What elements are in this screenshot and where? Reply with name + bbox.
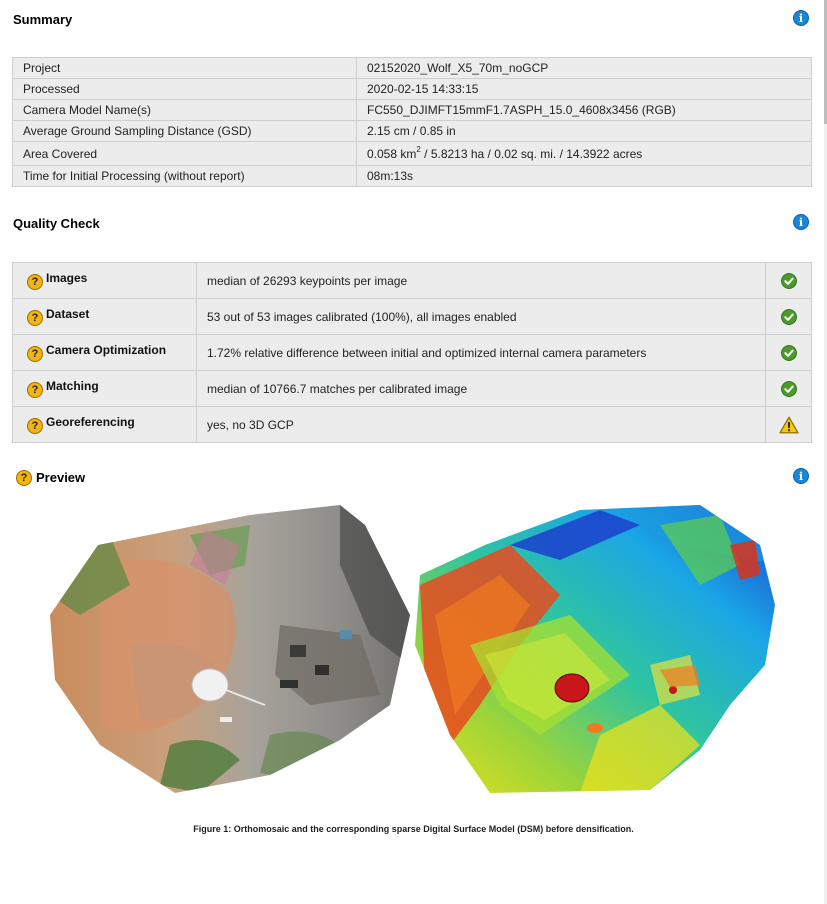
quality-key: ? Images [12,262,197,299]
summary-key: Project [12,57,357,79]
question-icon[interactable]: ? [27,346,43,362]
quality-key: ? Georeferencing [12,406,197,443]
preview-figure [50,505,775,793]
summary-value: 02152020_Wolf_X5_70m_noGCP [356,57,812,79]
table-row: ? Georeferencing yes, no 3D GCP [12,406,812,443]
quality-status [765,262,812,299]
check-circle-icon [780,272,797,289]
quality-status [765,370,812,407]
area-exponent: 2 [416,144,421,154]
dsm-image [415,505,775,793]
table-row: Camera Model Name(s) FC550_DJIMFT15mmF1.… [12,99,812,121]
check-circle-icon [780,380,797,397]
table-row: Time for Initial Processing (without rep… [12,165,812,187]
question-icon[interactable]: ? [27,274,43,290]
question-icon[interactable]: ? [16,470,32,486]
orthomosaic-image [50,505,410,793]
quality-status [765,406,812,443]
area-rest-value: / 5.8213 ha / 0.02 sq. mi. / 14.3922 acr… [420,146,643,161]
summary-title: Summary [13,12,73,27]
quality-status [765,298,812,335]
quality-key-label: Images [46,271,88,285]
summary-key: Processed [12,78,357,100]
summary-value: FC550_DJIMFT15mmF1.7ASPH_15.0_4608x3456 … [356,99,812,121]
figure-caption: Figure 1: Orthomosaic and the correspond… [193,824,634,834]
quality-title: Quality Check [13,216,100,231]
quality-key-label: Camera Optimization [46,343,167,357]
info-icon[interactable]: i [793,468,809,484]
summary-value: 0.058 km2 / 5.8213 ha / 0.02 sq. mi. / 1… [356,141,812,166]
quality-value: median of 26293 keypoints per image [196,262,766,299]
check-circle-icon [780,344,797,361]
question-icon[interactable]: ? [27,418,43,434]
table-row: ? Camera Optimization 1.72% relative diff… [12,334,812,371]
summary-key: Camera Model Name(s) [12,99,357,121]
area-km-value: 0.058 km [367,146,417,161]
quality-value: 1.72% relative difference between initia… [196,334,766,371]
summary-table: Project 02152020_Wolf_X5_70m_noGCP Proce… [12,57,812,187]
table-row: Processed 2020-02-15 14:33:15 [12,78,812,100]
preview-title: Preview [36,470,86,485]
summary-value: 2.15 cm / 0.85 in [356,120,812,142]
table-row: ? Matching median of 10766.7 matches per … [12,370,812,407]
summary-header: Summary i [12,8,811,32]
table-row: Project 02152020_Wolf_X5_70m_noGCP [12,57,812,79]
table-row: Area Covered 0.058 km2 / 5.8213 ha / 0.0… [12,141,812,166]
info-icon[interactable]: i [793,214,809,230]
summary-value: 2020-02-15 14:33:15 [356,78,812,100]
summary-key: Time for Initial Processing (without rep… [12,165,357,187]
warning-triangle-icon [778,416,799,433]
quality-key: ? Camera Optimization [12,334,197,371]
preview-header: ? Preview i [12,466,811,490]
question-icon[interactable]: ? [27,382,43,398]
quality-key-label: Matching [46,379,99,393]
quality-value: yes, no 3D GCP [196,406,766,443]
quality-header: Quality Check i [12,212,811,236]
info-icon[interactable]: i [793,10,809,26]
quality-table: ? Images median of 26293 keypoints per im… [12,262,812,443]
question-icon[interactable]: ? [27,310,43,326]
summary-value: 08m:13s [356,165,812,187]
table-row: ? Images median of 26293 keypoints per im… [12,262,812,299]
table-row: ? Dataset 53 out of 53 images calibrated … [12,298,812,335]
quality-key-label: Georeferencing [46,415,135,429]
summary-key: Average Ground Sampling Distance (GSD) [12,120,357,142]
table-row: Average Ground Sampling Distance (GSD) 2… [12,120,812,142]
quality-status [765,334,812,371]
quality-value: median of 10766.7 matches per calibrated… [196,370,766,407]
quality-key: ? Matching [12,370,197,407]
check-circle-icon [780,308,797,325]
quality-key-label: Dataset [46,307,90,321]
quality-key: ? Dataset [12,298,197,335]
quality-value: 53 out of 53 images calibrated (100%), a… [196,298,766,335]
summary-key: Area Covered [12,141,357,166]
